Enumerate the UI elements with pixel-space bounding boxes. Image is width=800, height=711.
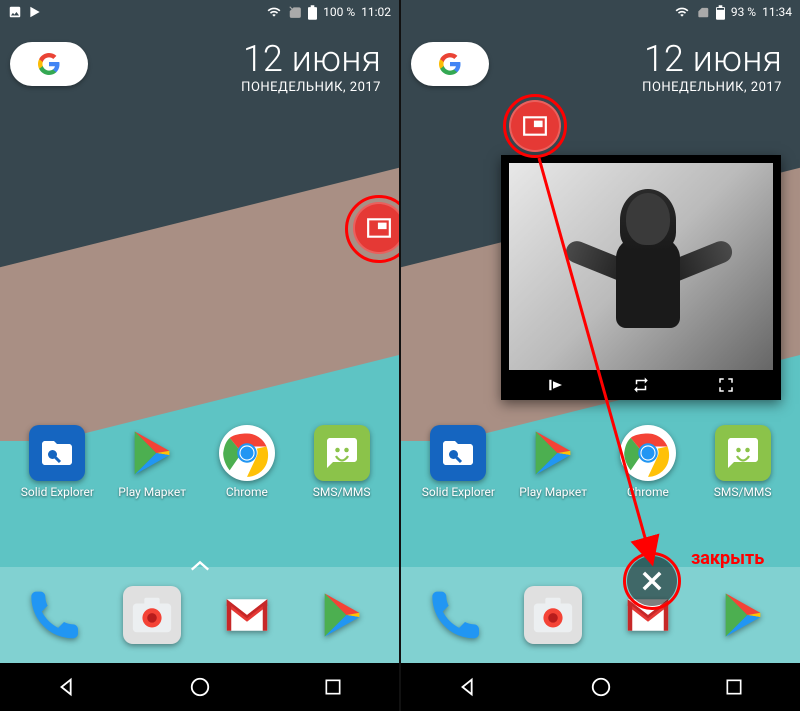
nav-back[interactable]: [438, 667, 498, 707]
status-bar: 93 % 11:34: [401, 0, 800, 24]
dock-camera[interactable]: [524, 586, 582, 644]
status-bar: 100 % 11:02: [0, 0, 399, 24]
app-play-market[interactable]: Play Маркет: [112, 425, 192, 499]
app-label: Play Маркет: [519, 485, 587, 499]
pip-play-button[interactable]: [543, 372, 569, 398]
battery-icon: [716, 5, 725, 20]
app-chrome[interactable]: Chrome: [608, 425, 688, 499]
app-play-market[interactable]: Play Маркет: [513, 425, 593, 499]
image-icon: [8, 5, 22, 19]
pip-fullscreen-button[interactable]: [713, 372, 739, 398]
nav-recent[interactable]: [704, 667, 764, 707]
dock-phone[interactable]: [429, 586, 487, 644]
phone-left: 100 % 11:02 12 июня ПОНЕДЕЛЬНИК, 2017 So…: [0, 0, 399, 711]
date-sub: ПОНЕДЕЛЬНИК, 2017: [241, 80, 381, 95]
google-search-widget[interactable]: [10, 42, 88, 86]
wifi-icon: [266, 5, 282, 19]
app-label: SMS/MMS: [313, 485, 371, 499]
date-main: 12 июня: [642, 38, 782, 80]
time-text: 11:02: [361, 5, 391, 19]
nav-home[interactable]: [571, 667, 631, 707]
app-label: Play Маркет: [118, 485, 186, 499]
app-row: Solid Explorer Play Маркет Chrome SMS/MM…: [0, 425, 399, 499]
nav-back[interactable]: [37, 667, 97, 707]
google-search-widget[interactable]: [411, 42, 489, 86]
dock: [401, 567, 800, 663]
app-chrome[interactable]: Chrome: [207, 425, 287, 499]
nav-bar: [401, 663, 800, 711]
pip-icon: [366, 215, 392, 241]
close-target[interactable]: [627, 556, 677, 606]
pip-window[interactable]: [501, 155, 781, 400]
pip-controls: [501, 370, 781, 400]
app-row: Solid Explorer Play Маркет Chrome SMS/MM…: [401, 425, 800, 499]
app-label: Chrome: [627, 485, 669, 499]
date-widget[interactable]: 12 июня ПОНЕДЕЛЬНИК, 2017: [241, 38, 381, 95]
app-sms[interactable]: SMS/MMS: [703, 425, 783, 499]
battery-icon: [308, 5, 317, 20]
nav-recent[interactable]: [303, 667, 363, 707]
dock: [0, 567, 399, 663]
app-label: Solid Explorer: [422, 485, 495, 499]
app-solid-explorer[interactable]: Solid Explorer: [17, 425, 97, 499]
app-sms[interactable]: SMS/MMS: [302, 425, 382, 499]
wifi-icon: [674, 5, 690, 19]
app-label: Solid Explorer: [21, 485, 94, 499]
dock-camera[interactable]: [123, 586, 181, 644]
time-text: 11:34: [762, 5, 792, 19]
nav-home[interactable]: [170, 667, 230, 707]
battery-text: 93 %: [731, 5, 756, 19]
play-notification-icon: [28, 5, 42, 19]
no-sim-icon: [696, 5, 710, 19]
date-main: 12 июня: [241, 38, 381, 80]
phone-right: 93 % 11:34 12 июня ПОНЕДЕЛЬНИК, 2017 зак…: [401, 0, 800, 711]
app-label: SMS/MMS: [714, 485, 772, 499]
dock-gmail[interactable]: [218, 586, 276, 644]
app-label: Chrome: [226, 485, 268, 499]
dock-play[interactable]: [313, 586, 371, 644]
date-sub: ПОНЕДЕЛЬНИК, 2017: [642, 80, 782, 95]
pip-bubble[interactable]: [353, 202, 399, 254]
date-widget[interactable]: 12 июня ПОНЕДЕЛЬНИК, 2017: [642, 38, 782, 95]
google-logo-icon: [37, 52, 61, 76]
battery-text: 100 %: [323, 5, 355, 19]
annotation-label: закрыть: [691, 548, 764, 569]
no-sim-icon: [288, 5, 302, 19]
dock-play[interactable]: [714, 586, 772, 644]
pip-icon: [522, 113, 548, 139]
nav-bar: [0, 663, 399, 711]
dock-phone[interactable]: [28, 586, 86, 644]
pip-video-thumbnail: [509, 163, 773, 370]
close-icon: [638, 567, 666, 595]
google-logo-icon: [438, 52, 462, 76]
pip-bubble[interactable]: [509, 100, 561, 152]
pip-repeat-button[interactable]: [628, 372, 654, 398]
app-solid-explorer[interactable]: Solid Explorer: [418, 425, 498, 499]
